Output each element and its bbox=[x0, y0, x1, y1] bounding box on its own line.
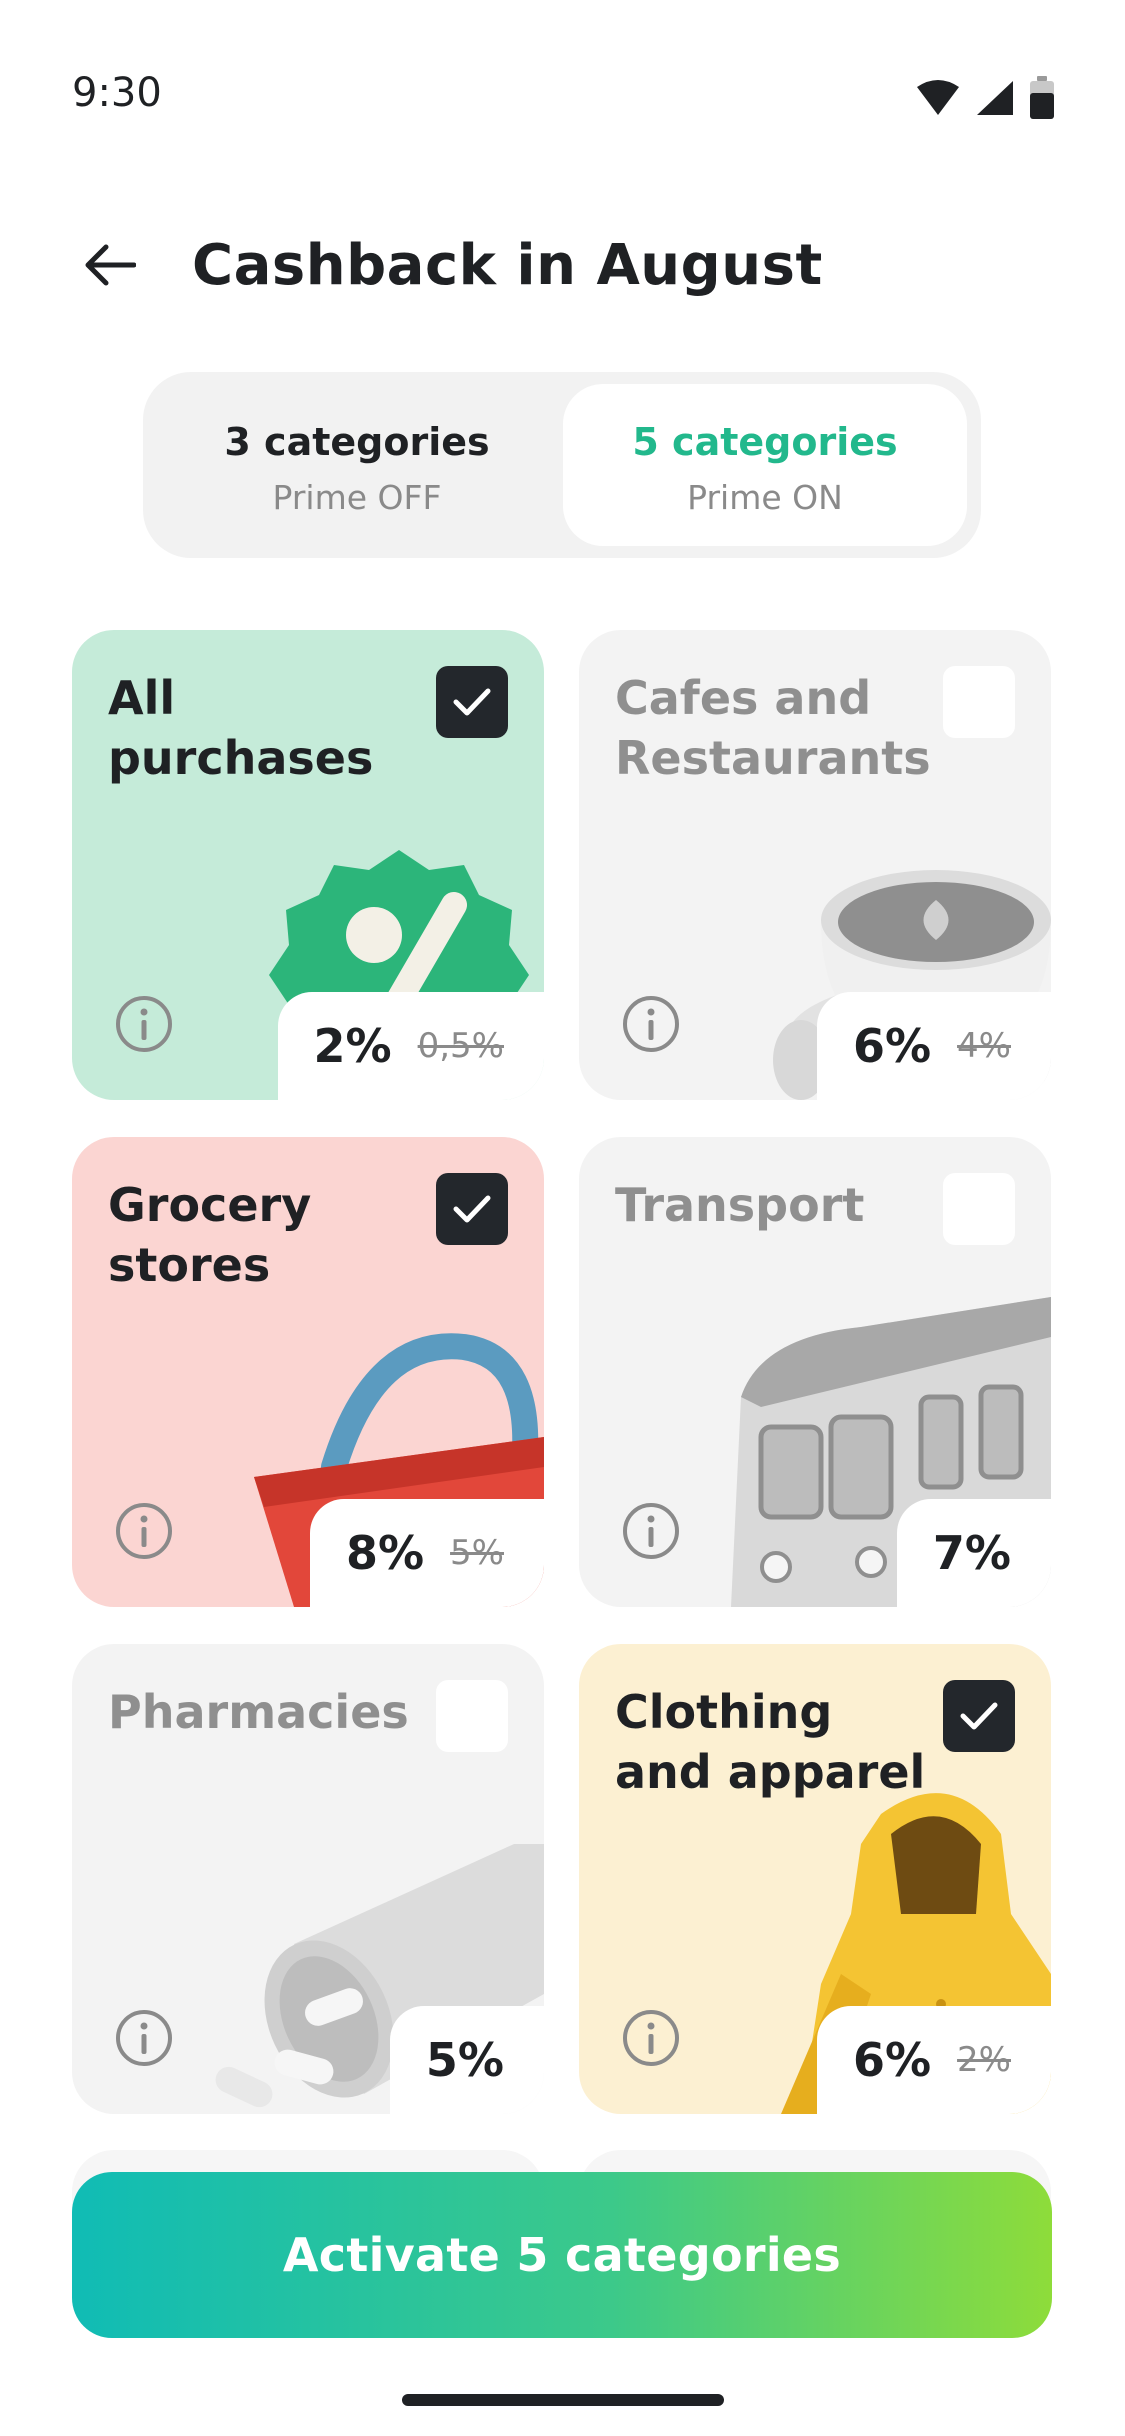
category-checkbox[interactable] bbox=[436, 1173, 508, 1245]
previous-cashback-rate: 5% bbox=[450, 1533, 504, 1573]
category-card-all-purchases[interactable]: All purchases 2% 0,5% bbox=[72, 630, 544, 1100]
cashback-rate-tag: 6% 4% bbox=[816, 992, 1051, 1100]
category-checkbox[interactable] bbox=[943, 666, 1015, 738]
segment-option-prime-on[interactable]: 5 categories Prime ON bbox=[563, 384, 967, 546]
category-checkbox[interactable] bbox=[943, 1680, 1015, 1752]
category-card-grocery-stores[interactable]: Grocery stores 8% 5% bbox=[72, 1137, 544, 1607]
home-indicator[interactable] bbox=[402, 2394, 724, 2406]
cashback-rate: 8% bbox=[345, 1526, 425, 1580]
back-button[interactable] bbox=[70, 233, 150, 297]
segment-option-subtitle: Prime OFF bbox=[272, 478, 442, 517]
checkmark-icon bbox=[960, 1702, 998, 1730]
cashback-rate: 6% bbox=[852, 1019, 932, 1073]
cashback-rate-tag: 7% bbox=[896, 1499, 1051, 1607]
category-checkbox[interactable] bbox=[436, 666, 508, 738]
category-title: All purchases bbox=[108, 671, 374, 785]
segment-option-prime-off[interactable]: 3 categories Prime OFF bbox=[155, 384, 559, 546]
cashback-rate: 2% bbox=[313, 1019, 392, 1073]
segment-option-title: 5 categories bbox=[632, 420, 898, 464]
info-icon[interactable] bbox=[114, 1501, 174, 1561]
checkmark-icon bbox=[453, 688, 491, 716]
header: Cashback in August bbox=[0, 215, 1125, 315]
previous-cashback-rate: 0,5% bbox=[417, 1026, 504, 1066]
status-icons bbox=[915, 76, 1055, 120]
category-checkbox[interactable] bbox=[436, 1680, 508, 1752]
info-icon[interactable] bbox=[621, 2008, 681, 2068]
cellular-signal-icon bbox=[977, 81, 1013, 115]
segment-option-title: 3 categories bbox=[224, 420, 490, 464]
previous-cashback-rate: 2% bbox=[957, 2040, 1011, 2080]
segment-option-subtitle: Prime ON bbox=[687, 478, 843, 517]
category-title: Transport bbox=[615, 1178, 865, 1232]
category-card-cafes-and-restaurants[interactable]: Cafes and Restaurants 6% 4% bbox=[579, 630, 1051, 1100]
category-title: Cafes and Restaurants bbox=[615, 671, 931, 785]
info-icon[interactable] bbox=[621, 1501, 681, 1561]
cashback-rate-tag: 6% 2% bbox=[816, 2006, 1051, 2114]
activate-categories-button[interactable]: Activate 5 categories bbox=[72, 2172, 1052, 2338]
wifi-icon bbox=[917, 80, 959, 115]
activate-categories-label: Activate 5 categories bbox=[282, 2228, 842, 2282]
arrow-left-icon bbox=[85, 244, 136, 286]
battery-icon bbox=[1030, 76, 1054, 119]
category-card-pharmacies[interactable]: Pharmacies 5% bbox=[72, 1644, 544, 2114]
cashback-rate-tag: 2% 0,5% bbox=[277, 992, 544, 1100]
category-card-clothing-and-apparel[interactable]: Clothing and apparel 6% 2% bbox=[579, 1644, 1051, 2114]
info-icon[interactable] bbox=[114, 2008, 174, 2068]
page-title: Cashback in August bbox=[192, 233, 823, 298]
info-icon[interactable] bbox=[114, 994, 174, 1054]
status-bar: 9:30 bbox=[0, 0, 1125, 190]
cashback-rate: 5% bbox=[425, 2033, 504, 2087]
cashback-rate-tag: 5% bbox=[389, 2006, 544, 2114]
info-icon[interactable] bbox=[621, 994, 681, 1054]
cashback-rate-tag: 8% 5% bbox=[309, 1499, 544, 1607]
cashback-rate: 6% bbox=[852, 2033, 932, 2087]
cashback-rate: 7% bbox=[932, 1526, 1011, 1580]
status-time: 9:30 bbox=[72, 70, 162, 116]
category-title: Pharmacies bbox=[108, 1685, 409, 1739]
category-title: Clothing and apparel bbox=[615, 1685, 926, 1799]
category-card-transport[interactable]: Transport 7% bbox=[579, 1137, 1051, 1607]
prime-segmented-control: 3 categories Prime OFF 5 categories Prim… bbox=[143, 372, 981, 558]
category-title: Grocery stores bbox=[108, 1178, 312, 1292]
checkmark-icon bbox=[453, 1195, 491, 1223]
previous-cashback-rate: 4% bbox=[957, 1026, 1011, 1066]
category-checkbox[interactable] bbox=[943, 1173, 1015, 1245]
